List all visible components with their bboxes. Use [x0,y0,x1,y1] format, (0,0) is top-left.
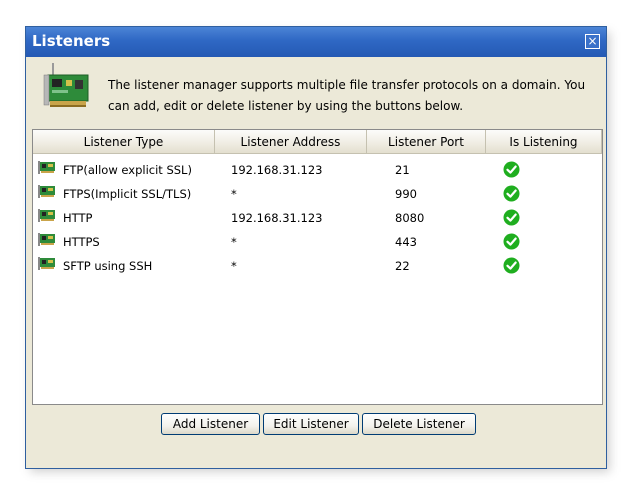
green-check-icon [503,257,520,274]
listeners-dialog: Listeners × The listener manager support… [25,26,607,469]
listener-type: HTTP [63,211,93,225]
close-button[interactable]: × [585,34,600,49]
network-adapter-icon [38,209,55,222]
listener-type: HTTPS [63,235,100,249]
listener-port: 22 [395,259,410,273]
table-row[interactable]: FTP(allow explicit SSL) 192.168.31.123 2… [33,158,602,182]
green-check-icon [503,161,520,178]
listener-port: 443 [395,235,417,249]
table-row[interactable]: FTPS(Implicit SSL/TLS) * 990 [33,182,602,206]
listener-address: * [231,259,237,273]
close-icon: × [587,34,598,48]
green-check-icon [503,209,520,226]
edit-listener-button[interactable]: Edit Listener [263,413,359,435]
window-title: Listeners [32,32,111,50]
network-card-icon [43,63,89,107]
listener-address: * [231,235,237,249]
col-is-listening[interactable]: Is Listening [486,130,602,154]
listener-port: 8080 [395,211,425,225]
network-adapter-icon [38,185,55,198]
listener-type: SFTP using SSH [63,259,153,273]
title-bar[interactable]: Listeners × [26,27,606,57]
listener-port: 21 [395,163,410,177]
listener-type: FTPS(Implicit SSL/TLS) [63,187,192,201]
description-text: The listener manager supports multiple f… [108,78,586,113]
listener-address: * [231,187,237,201]
col-listener-type[interactable]: Listener Type [33,130,215,154]
listeners-table[interactable]: Listener Type Listener Address Listener … [32,129,603,405]
col-listener-port[interactable]: Listener Port [367,130,486,154]
table-row[interactable]: HTTPS * 443 [33,230,602,254]
network-adapter-icon [38,257,55,270]
green-check-icon [503,185,520,202]
table-row[interactable]: HTTP 192.168.31.123 8080 [33,206,602,230]
add-listener-button[interactable]: Add Listener [161,413,260,435]
green-check-icon [503,233,520,250]
listener-type: FTP(allow explicit SSL) [63,163,192,177]
network-adapter-icon [38,161,55,174]
listener-address: 192.168.31.123 [231,211,323,225]
network-adapter-icon [38,233,55,246]
listener-address: 192.168.31.123 [231,163,323,177]
col-listener-address[interactable]: Listener Address [215,130,367,154]
table-row[interactable]: SFTP using SSH * 22 [33,254,602,278]
listener-port: 990 [395,187,417,201]
delete-listener-button[interactable]: Delete Listener [362,413,476,435]
